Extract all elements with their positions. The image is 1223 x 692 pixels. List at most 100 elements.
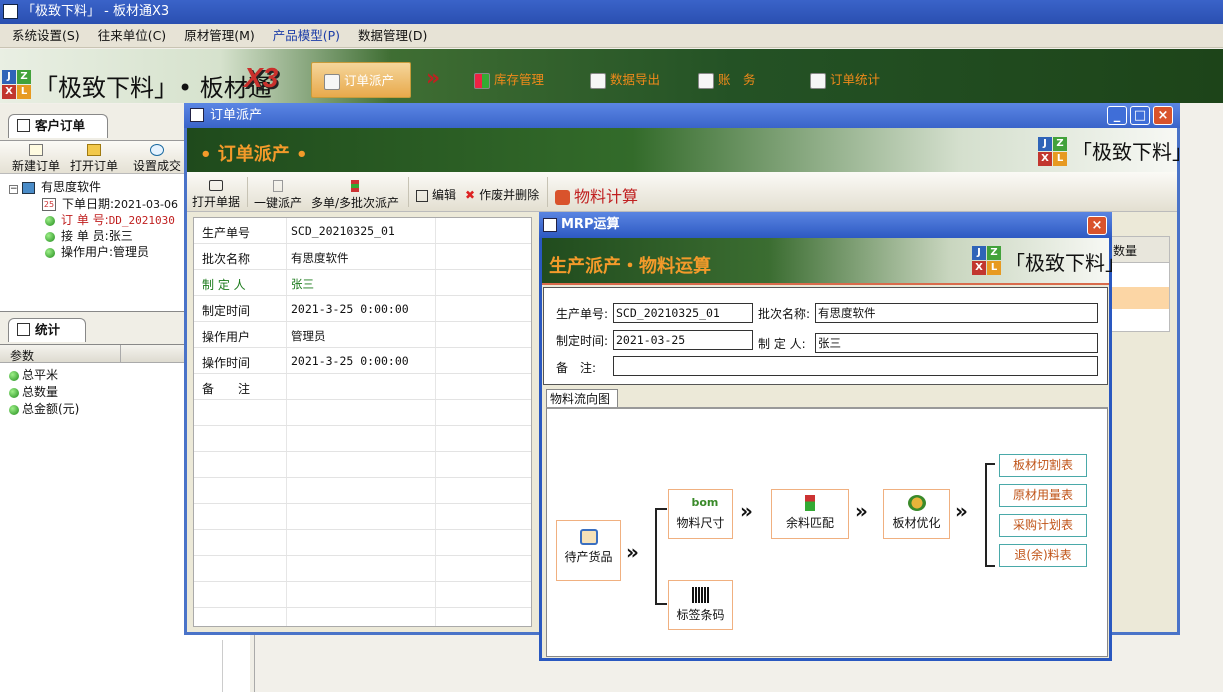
menu-system-settings[interactable]: 系统设置(S) xyxy=(0,24,89,48)
menu-material-management[interactable]: 原材管理(M) xyxy=(175,24,264,48)
button-label: 一键派产 xyxy=(254,196,303,210)
stats-item-label: 总金额(元) xyxy=(22,402,80,416)
divider xyxy=(247,177,248,207)
calculator-icon xyxy=(555,190,570,205)
field-value[interactable]: 管理员 xyxy=(291,328,326,344)
field-label: 批次名称 xyxy=(202,252,251,266)
dollar-icon xyxy=(150,144,164,156)
field-label: 备 注: xyxy=(556,361,597,375)
batch-name-field[interactable]: 有思度软件 xyxy=(815,303,1098,323)
maker-field[interactable]: 张三 xyxy=(815,333,1098,353)
field-row: 制定时间 2021-3-25 0:00:00 xyxy=(194,296,531,322)
field-row: 制 定 人 张三 xyxy=(194,270,531,296)
field-row: 批次名称 有思度软件 xyxy=(194,244,531,270)
maximize-icon[interactable]: □ xyxy=(1130,106,1150,125)
multi-dispatch-button[interactable]: 多单/多批次派产 xyxy=(311,180,399,211)
mrp-window-title-bar[interactable]: MRP运算 × xyxy=(539,212,1112,238)
button-label: 作废并删除 xyxy=(479,188,540,202)
field-row xyxy=(194,426,531,452)
field-value[interactable]: 2021-3-25 0:00:00 xyxy=(291,302,409,316)
tree-root[interactable]: − 有思度软件 xyxy=(9,178,101,195)
nav-inventory[interactable]: 库存管理 xyxy=(474,62,544,98)
field-label: 生产单号: xyxy=(556,307,609,321)
node-label: 板材优化 xyxy=(892,516,941,530)
one-click-dispatch-button[interactable]: 一键派产 xyxy=(254,180,302,211)
output-purchase-plan[interactable]: 采购计划表 xyxy=(999,514,1087,537)
void-delete-button[interactable]: ✖ 作废并删除 xyxy=(465,186,539,203)
node-leftover-match[interactable]: 余料匹配 xyxy=(771,489,849,539)
edit-button[interactable]: 编辑 xyxy=(416,186,456,203)
field-row xyxy=(194,478,531,504)
stats-item-label: 总平米 xyxy=(22,368,59,382)
stats-total-area[interactable]: 总平米 xyxy=(9,366,58,383)
tree-order-date: 25 下单日期:2021-03-06 xyxy=(42,195,178,212)
bom-icon: bom xyxy=(691,496,719,509)
field-row: 生产单号 SCD_20210325_01 xyxy=(194,218,531,244)
field-value[interactable]: SCD_20210325_01 xyxy=(291,224,395,238)
field-row xyxy=(194,452,531,478)
grid-row-selected[interactable] xyxy=(1111,287,1169,309)
field-value[interactable]: 有思度软件 xyxy=(291,250,349,266)
open-document-button[interactable]: 打开单据 xyxy=(192,180,240,210)
production-no-field[interactable]: SCD_20210325_01 xyxy=(613,303,753,323)
stats-item-label: 总数量 xyxy=(22,385,59,399)
nav-order-stats[interactable]: 订单统计 xyxy=(810,62,880,98)
logo-letter: Z xyxy=(1053,137,1067,151)
divider xyxy=(542,283,1109,285)
mrp-window-title: MRP运算 xyxy=(561,217,620,232)
close-icon[interactable]: × xyxy=(1153,106,1173,125)
output-cutting-sheet[interactable]: 板材切割表 xyxy=(999,454,1087,477)
order-window-title-bar[interactable]: 订单派产 _ □ × xyxy=(184,103,1180,128)
match-icon xyxy=(805,495,815,511)
field-row xyxy=(194,504,531,530)
nav-order-dispatch[interactable]: 订单派产 xyxy=(311,62,411,98)
menu-bar: 系统设置(S) 往来单位(C) 原材管理(M) 产品模型(P) 数据管理(D) xyxy=(0,24,1223,48)
close-icon[interactable]: × xyxy=(1087,216,1107,235)
page-icon xyxy=(273,180,283,192)
menu-data-management[interactable]: 数据管理(D) xyxy=(349,24,436,48)
field-value[interactable]: 2021-3-25 0:00:00 xyxy=(291,354,409,368)
collapse-icon[interactable]: − xyxy=(9,185,18,194)
node-label: 待产货品 xyxy=(564,550,613,564)
field-label: 制定时间: xyxy=(556,334,609,348)
menu-partners[interactable]: 往来单位(C) xyxy=(89,24,175,48)
output-return-sheet[interactable]: 退(余)料表 xyxy=(999,544,1087,567)
minimize-icon[interactable]: _ xyxy=(1107,106,1127,125)
stats-total-amount[interactable]: 总金额(元) xyxy=(9,400,79,417)
tab-material-flow[interactable]: 物料流向图 xyxy=(546,389,618,408)
node-label: 物料尺寸 xyxy=(676,516,725,530)
stats-total-quantity[interactable]: 总数量 xyxy=(9,383,58,400)
set-deal-button[interactable]: 设置成交 xyxy=(133,144,181,174)
divider xyxy=(408,177,409,207)
menu-product-model[interactable]: 产品模型(P) xyxy=(264,24,349,48)
clipboard-icon xyxy=(324,73,340,90)
output-material-usage[interactable]: 原材用量表 xyxy=(999,484,1087,507)
field-value[interactable]: 张三 xyxy=(291,276,314,292)
node-label-barcode[interactable]: 标签条码 xyxy=(668,580,733,630)
tab-customer-orders[interactable]: 客户订单 xyxy=(8,114,108,138)
folder-open-icon xyxy=(209,180,223,191)
nav-label: 订单派产 xyxy=(344,73,395,88)
logo-letter: L xyxy=(987,261,1001,275)
double-chevron-icon: » xyxy=(955,499,968,523)
field-label: 制 定 人 xyxy=(202,278,246,292)
field-row xyxy=(194,530,531,556)
node-pending-goods[interactable]: 待产货品 xyxy=(556,520,621,581)
tab-statistics[interactable]: 统计 xyxy=(8,318,86,342)
node-board-optimize[interactable]: 板材优化 xyxy=(883,489,950,539)
bracket-line xyxy=(985,463,987,567)
remark-field[interactable] xyxy=(613,356,1098,376)
logo-letter: Z xyxy=(17,70,31,84)
divider xyxy=(222,640,223,692)
node-material-size[interactable]: bom 物料尺寸 xyxy=(668,489,733,539)
field-row: 备 注 xyxy=(194,374,531,400)
edit-icon xyxy=(416,189,428,202)
material-calc-button[interactable]: 物料计算 xyxy=(555,183,638,207)
barcode-icon xyxy=(691,587,710,603)
new-order-button[interactable]: 新建订单 xyxy=(12,144,60,174)
open-order-button[interactable]: 打开订单 xyxy=(70,144,118,174)
nav-label: 账 务 xyxy=(718,72,756,87)
made-time-field[interactable]: 2021-03-25 xyxy=(613,330,753,350)
nav-accounts[interactable]: 账 务 xyxy=(698,62,756,98)
nav-data-export[interactable]: 数据导出 xyxy=(590,62,660,98)
